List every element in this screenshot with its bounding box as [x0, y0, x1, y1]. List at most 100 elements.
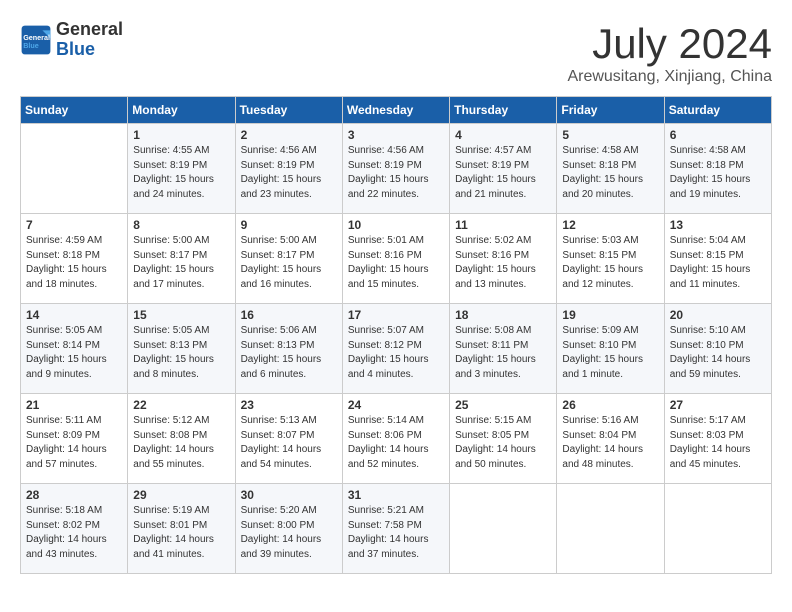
calendar-header: SundayMondayTuesdayWednesdayThursdayFrid…: [21, 97, 772, 124]
day-number: 4: [455, 128, 551, 142]
day-number: 10: [348, 218, 444, 232]
calendar-cell: 21 Sunrise: 5:11 AM Sunset: 8:09 PM Dayli…: [21, 394, 128, 484]
day-number: 26: [562, 398, 658, 412]
calendar-cell: 15 Sunrise: 5:05 AM Sunset: 8:13 PM Dayli…: [128, 304, 235, 394]
day-info: Sunrise: 5:06 AM Sunset: 8:13 PM Dayligh…: [241, 324, 337, 382]
calendar-cell: 1Sunrise: 4:55 AM Sunset: 8:19 PM Daylig…: [128, 124, 235, 214]
calendar-cell: 8 Sunrise: 5:00 AM Sunset: 8:17 PM Daylig…: [128, 214, 235, 304]
weekday-tuesday: Tuesday: [235, 97, 342, 124]
calendar-cell: 27 Sunrise: 5:17 AM Sunset: 8:03 PM Dayli…: [664, 394, 771, 484]
location-subtitle: Arewusitang, Xinjiang, China: [567, 68, 772, 86]
day-number: 11: [455, 218, 551, 232]
calendar-cell: [664, 484, 771, 574]
day-info: Sunrise: 5:11 AM Sunset: 8:09 PM Dayligh…: [26, 414, 122, 472]
day-info: Sunrise: 5:09 AM Sunset: 8:10 PM Dayligh…: [562, 324, 658, 382]
day-info: Sunrise: 5:20 AM Sunset: 8:00 PM Dayligh…: [241, 504, 337, 562]
day-info: Sunrise: 5:05 AM Sunset: 8:13 PM Dayligh…: [133, 324, 229, 382]
page-header: General Blue General Blue July 2024 Arew…: [20, 20, 772, 86]
day-info: Sunrise: 5:01 AM Sunset: 8:16 PM Dayligh…: [348, 234, 444, 292]
weekday-monday: Monday: [128, 97, 235, 124]
calendar-cell: 14 Sunrise: 5:05 AM Sunset: 8:14 PM Dayli…: [21, 304, 128, 394]
weekday-friday: Friday: [557, 97, 664, 124]
day-number: 8: [133, 218, 229, 232]
day-number: 16: [241, 308, 337, 322]
day-number: 24: [348, 398, 444, 412]
calendar-body: 1Sunrise: 4:55 AM Sunset: 8:19 PM Daylig…: [21, 124, 772, 574]
day-number: 9: [241, 218, 337, 232]
day-number: 17: [348, 308, 444, 322]
month-title: July 2024: [567, 20, 772, 68]
day-number: 27: [670, 398, 766, 412]
logo-icon: General Blue: [20, 24, 52, 56]
calendar-cell: 19 Sunrise: 5:09 AM Sunset: 8:10 PM Dayli…: [557, 304, 664, 394]
day-number: 20: [670, 308, 766, 322]
calendar-cell: 24 Sunrise: 5:14 AM Sunset: 8:06 PM Dayli…: [342, 394, 449, 484]
day-number: 14: [26, 308, 122, 322]
calendar-cell: 2Sunrise: 4:56 AM Sunset: 8:19 PM Daylig…: [235, 124, 342, 214]
logo-text: General Blue: [56, 20, 123, 60]
logo: General Blue General Blue: [20, 20, 123, 60]
calendar-cell: 5 Sunrise: 4:58 AM Sunset: 8:18 PM Daylig…: [557, 124, 664, 214]
calendar-cell: 23Sunrise: 5:13 AM Sunset: 8:07 PM Dayli…: [235, 394, 342, 484]
day-number: 30: [241, 488, 337, 502]
day-info: Sunrise: 4:56 AM Sunset: 8:19 PM Dayligh…: [241, 144, 337, 202]
calendar-cell: 26Sunrise: 5:16 AM Sunset: 8:04 PM Dayli…: [557, 394, 664, 484]
calendar-cell: 3 Sunrise: 4:56 AM Sunset: 8:19 PM Daylig…: [342, 124, 449, 214]
day-info: Sunrise: 5:02 AM Sunset: 8:16 PM Dayligh…: [455, 234, 551, 292]
day-info: Sunrise: 5:05 AM Sunset: 8:14 PM Dayligh…: [26, 324, 122, 382]
calendar-cell: 25Sunrise: 5:15 AM Sunset: 8:05 PM Dayli…: [450, 394, 557, 484]
weekday-sunday: Sunday: [21, 97, 128, 124]
calendar-week-1: 1Sunrise: 4:55 AM Sunset: 8:19 PM Daylig…: [21, 124, 772, 214]
day-number: 29: [133, 488, 229, 502]
calendar-cell: [557, 484, 664, 574]
day-info: Sunrise: 4:59 AM Sunset: 8:18 PM Dayligh…: [26, 234, 122, 292]
day-info: Sunrise: 4:55 AM Sunset: 8:19 PM Dayligh…: [133, 144, 229, 202]
calendar-cell: 31Sunrise: 5:21 AM Sunset: 7:58 PM Dayli…: [342, 484, 449, 574]
calendar-cell: 28 Sunrise: 5:18 AM Sunset: 8:02 PM Dayli…: [21, 484, 128, 574]
day-number: 23: [241, 398, 337, 412]
day-info: Sunrise: 5:21 AM Sunset: 7:58 PM Dayligh…: [348, 504, 444, 562]
day-info: Sunrise: 4:58 AM Sunset: 8:18 PM Dayligh…: [562, 144, 658, 202]
day-number: 13: [670, 218, 766, 232]
day-info: Sunrise: 5:00 AM Sunset: 8:17 PM Dayligh…: [133, 234, 229, 292]
day-number: 7: [26, 218, 122, 232]
day-info: Sunrise: 5:10 AM Sunset: 8:10 PM Dayligh…: [670, 324, 766, 382]
day-info: Sunrise: 4:56 AM Sunset: 8:19 PM Dayligh…: [348, 144, 444, 202]
calendar-week-5: 28 Sunrise: 5:18 AM Sunset: 8:02 PM Dayli…: [21, 484, 772, 574]
calendar-cell: 7 Sunrise: 4:59 AM Sunset: 8:18 PM Daylig…: [21, 214, 128, 304]
day-number: 3: [348, 128, 444, 142]
day-number: 15: [133, 308, 229, 322]
day-info: Sunrise: 4:58 AM Sunset: 8:18 PM Dayligh…: [670, 144, 766, 202]
calendar-cell: 10 Sunrise: 5:01 AM Sunset: 8:16 PM Dayli…: [342, 214, 449, 304]
calendar-cell: 6Sunrise: 4:58 AM Sunset: 8:18 PM Daylig…: [664, 124, 771, 214]
calendar-cell: 30 Sunrise: 5:20 AM Sunset: 8:00 PM Dayli…: [235, 484, 342, 574]
day-info: Sunrise: 5:03 AM Sunset: 8:15 PM Dayligh…: [562, 234, 658, 292]
svg-text:Blue: Blue: [23, 41, 39, 50]
weekday-thursday: Thursday: [450, 97, 557, 124]
day-number: 18: [455, 308, 551, 322]
day-info: Sunrise: 5:12 AM Sunset: 8:08 PM Dayligh…: [133, 414, 229, 472]
calendar-cell: 9 Sunrise: 5:00 AM Sunset: 8:17 PM Daylig…: [235, 214, 342, 304]
day-number: 21: [26, 398, 122, 412]
calendar-cell: 12Sunrise: 5:03 AM Sunset: 8:15 PM Dayli…: [557, 214, 664, 304]
calendar-table: SundayMondayTuesdayWednesdayThursdayFrid…: [20, 96, 772, 574]
calendar-cell: 20 Sunrise: 5:10 AM Sunset: 8:10 PM Dayli…: [664, 304, 771, 394]
calendar-cell: [450, 484, 557, 574]
day-info: Sunrise: 5:17 AM Sunset: 8:03 PM Dayligh…: [670, 414, 766, 472]
calendar-cell: 18 Sunrise: 5:08 AM Sunset: 8:11 PM Dayli…: [450, 304, 557, 394]
calendar-cell: 29 Sunrise: 5:19 AM Sunset: 8:01 PM Dayli…: [128, 484, 235, 574]
calendar-cell: 17Sunrise: 5:07 AM Sunset: 8:12 PM Dayli…: [342, 304, 449, 394]
day-info: Sunrise: 5:00 AM Sunset: 8:17 PM Dayligh…: [241, 234, 337, 292]
day-number: 19: [562, 308, 658, 322]
calendar-cell: [21, 124, 128, 214]
calendar-cell: 11 Sunrise: 5:02 AM Sunset: 8:16 PM Dayli…: [450, 214, 557, 304]
day-info: Sunrise: 4:57 AM Sunset: 8:19 PM Dayligh…: [455, 144, 551, 202]
day-info: Sunrise: 5:08 AM Sunset: 8:11 PM Dayligh…: [455, 324, 551, 382]
day-number: 28: [26, 488, 122, 502]
day-info: Sunrise: 5:18 AM Sunset: 8:02 PM Dayligh…: [26, 504, 122, 562]
day-info: Sunrise: 5:19 AM Sunset: 8:01 PM Dayligh…: [133, 504, 229, 562]
day-info: Sunrise: 5:15 AM Sunset: 8:05 PM Dayligh…: [455, 414, 551, 472]
day-info: Sunrise: 5:14 AM Sunset: 8:06 PM Dayligh…: [348, 414, 444, 472]
day-number: 5: [562, 128, 658, 142]
day-number: 22: [133, 398, 229, 412]
